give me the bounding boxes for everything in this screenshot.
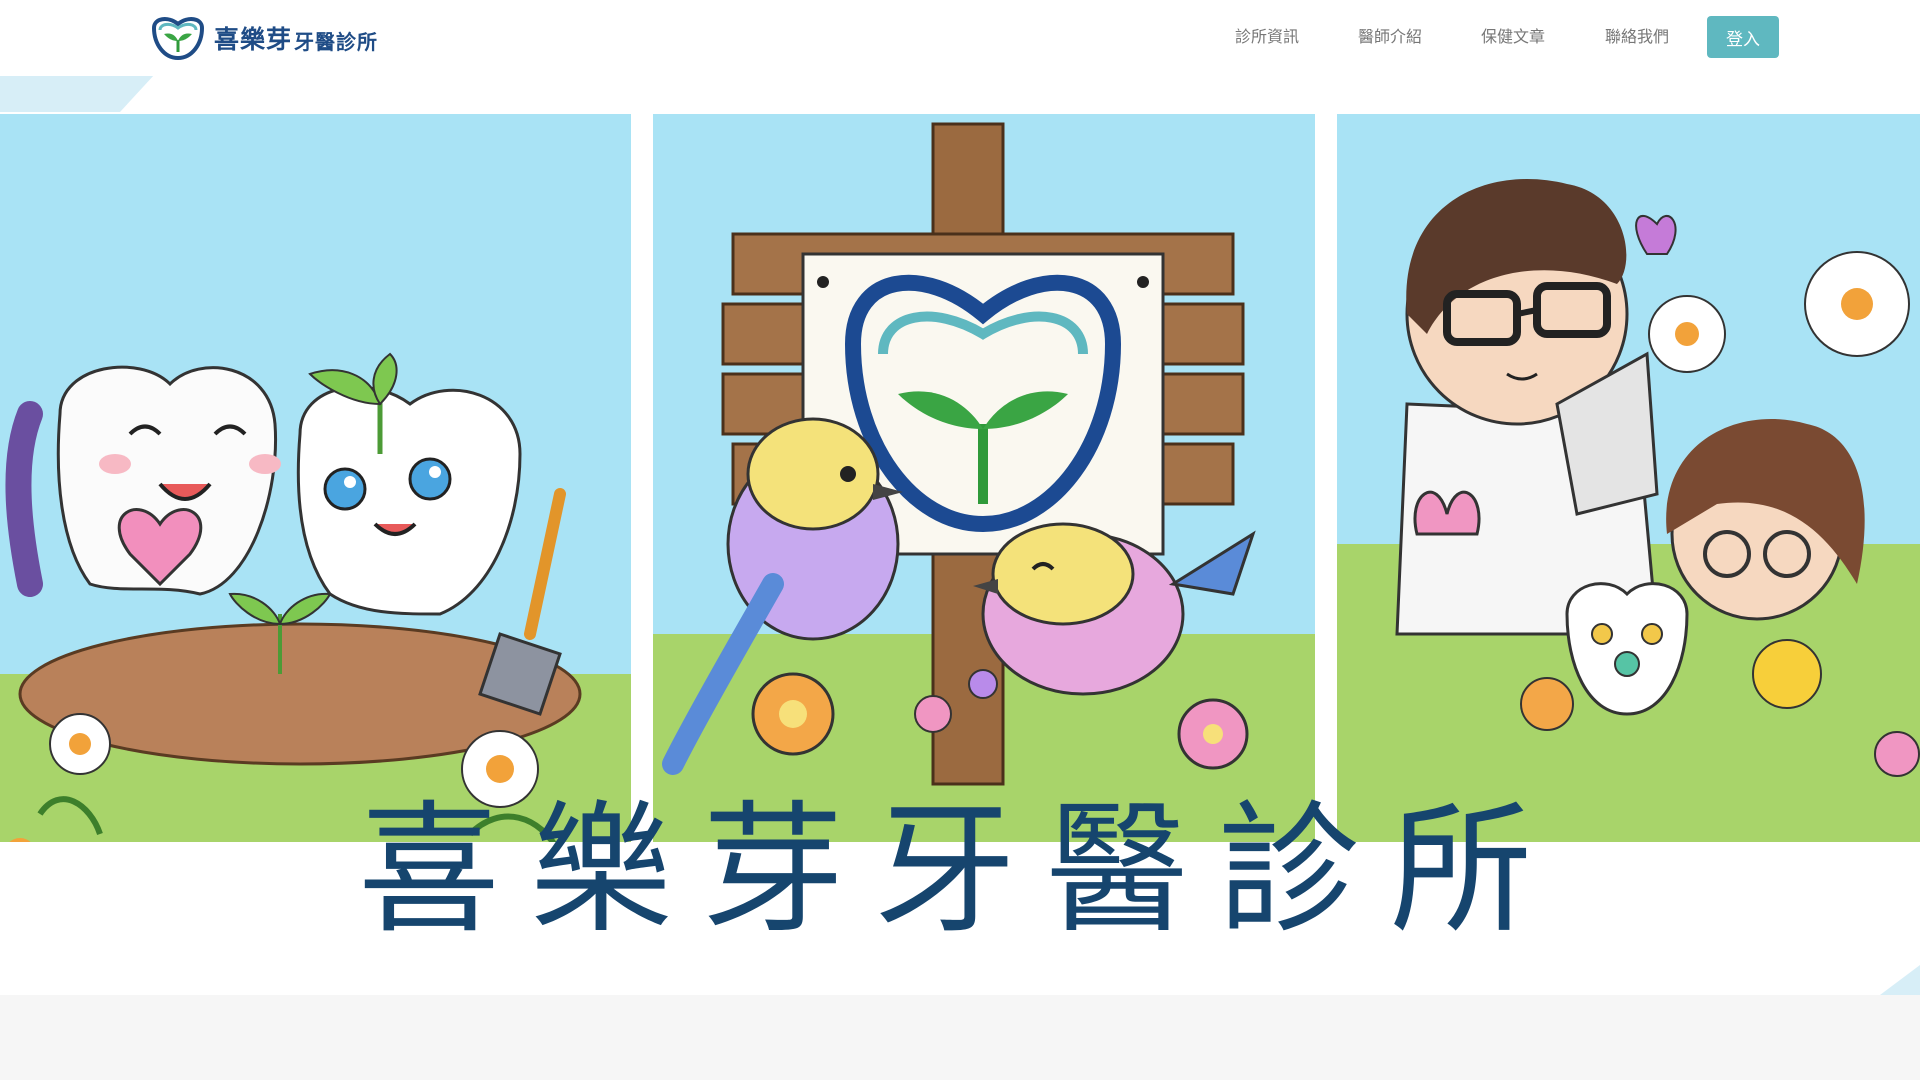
nav-contact[interactable]: 聯絡我們 [1605, 22, 1669, 48]
logo-tooth-sprout-icon [151, 17, 205, 61]
illustration-teeth-gardening [0, 114, 631, 842]
nav-health-articles[interactable]: 保健文章 [1481, 22, 1545, 48]
login-button[interactable]: 登入 [1707, 16, 1779, 58]
corner-decor [1880, 965, 1920, 995]
nav-doctors[interactable]: 醫師介紹 [1358, 22, 1422, 48]
logo-sub-text: 牙醫診所 [294, 29, 379, 54]
hero-panel-birds [653, 114, 1315, 842]
site-logo[interactable]: 喜樂芽 牙醫診所 [148, 14, 378, 62]
hero-panel-dentist [1337, 114, 1920, 842]
logo-main-text: 喜樂芽 [214, 25, 293, 54]
illustration-dentist-girl [1337, 114, 1920, 842]
page-footer-band [0, 995, 1920, 1080]
hero-panel-teeth [0, 114, 631, 842]
header-decor-strip [0, 74, 155, 112]
nav-clinic-info[interactable]: 診所資訊 [1235, 22, 1299, 48]
illustration-birds-sign [653, 114, 1315, 842]
site-header: 喜樂芽 牙醫診所 診所資訊 醫師介紹 保健文章 聯絡我們 登入 [0, 0, 1920, 76]
hero-title: 喜樂芽牙醫診所 [358, 788, 1562, 953]
